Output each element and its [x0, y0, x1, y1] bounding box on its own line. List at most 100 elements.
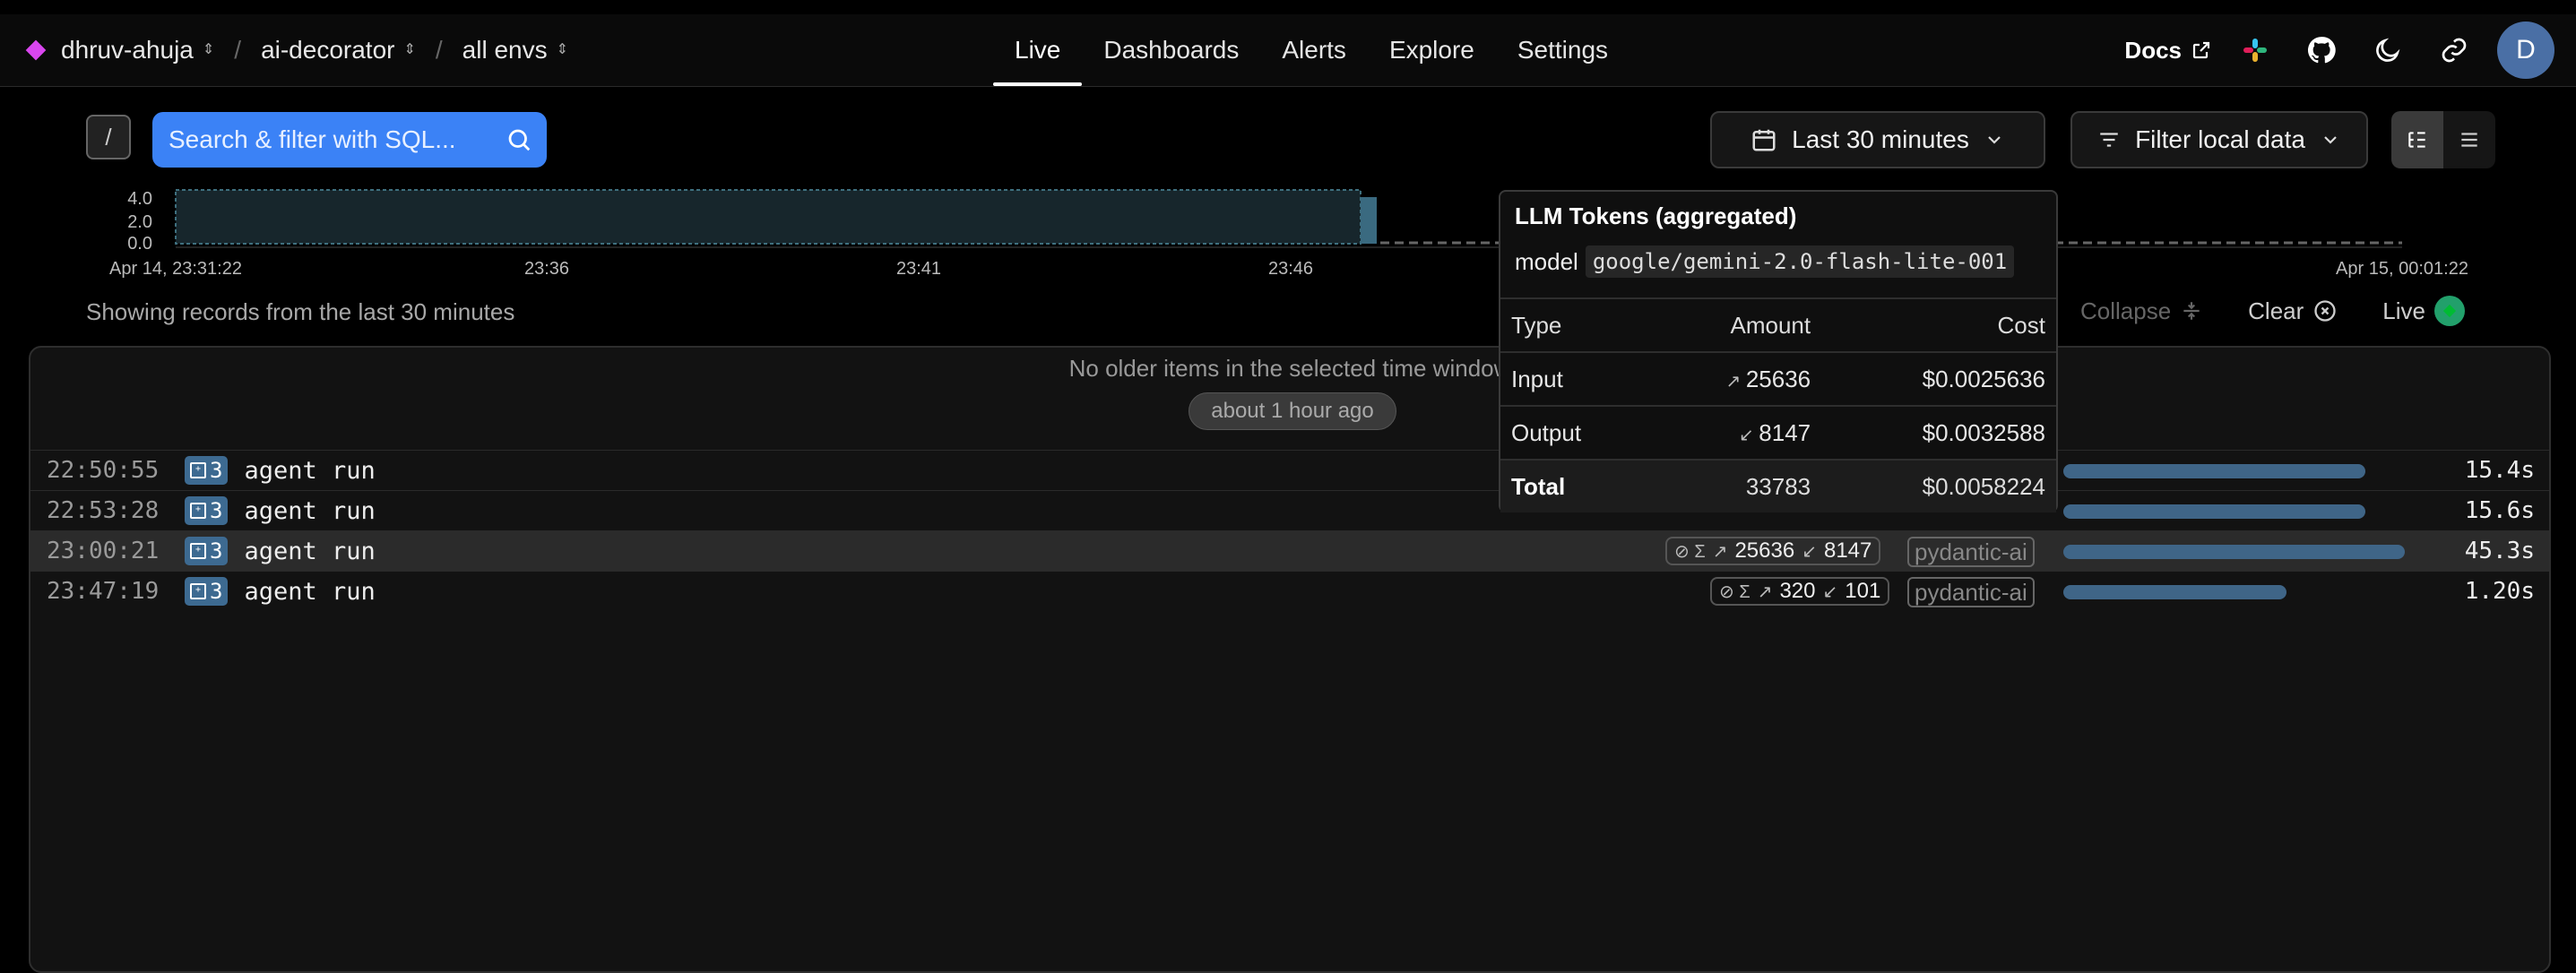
search-box[interactable]	[152, 112, 547, 168]
arrow-down-left-icon: ↙	[1802, 541, 1817, 562]
service-tag[interactable]: pydantic-ai	[1907, 577, 2035, 607]
total-cost: $0.0058224	[1821, 459, 2056, 512]
record-histogram[interactable]: 4.0 2.0 0.0 Apr 14, 23:31:22 23:36 23:41…	[0, 179, 2576, 278]
row-time: 22:53:28	[47, 497, 160, 524]
expand-icon: +	[190, 583, 206, 599]
collapse-icon	[2183, 302, 2200, 320]
env-selector[interactable]: all envs ⇕	[462, 36, 568, 65]
list-view-button[interactable]	[2443, 111, 2495, 168]
child-count-badge[interactable]: +3	[185, 496, 229, 525]
tab-live[interactable]: Live	[993, 14, 1083, 86]
table-row[interactable]: 23:47:19 +3 agent run ⊘ Σ ↗ 320 ↙ 101 pyda…	[30, 571, 2549, 611]
collapse-button[interactable]: Collapse	[2080, 297, 2203, 325]
col-type: Type	[1500, 297, 1649, 352]
breadcrumb-separator: /	[234, 36, 242, 64]
child-count-badge[interactable]: +3	[185, 537, 229, 565]
project-selector[interactable]: ai-decorator ⇕	[261, 36, 416, 65]
live-toggle[interactable]: Live	[2382, 296, 2465, 326]
live-actions: Collapse Clear Live	[2080, 296, 2465, 326]
table-row[interactable]: 23:00:21 +3 agent run ⊘ Σ ↗ 25636 ↙ 8147 p…	[30, 530, 2549, 571]
arrow-down-left-icon: ↙	[1738, 425, 1759, 445]
chevron-down-icon	[1988, 136, 2001, 144]
table-row[interactable]: 22:53:28 +3 agent run 15.6s	[30, 490, 2549, 530]
tokens-icon: ⊘ Σ	[1719, 581, 1750, 602]
child-count: 3	[210, 458, 223, 483]
dark-mode-icon[interactable]	[2364, 27, 2411, 73]
selected-range-area[interactable]	[175, 189, 1361, 245]
row-duration: 1.20s	[2464, 578, 2535, 605]
duration-bar	[2063, 545, 2405, 559]
org-selector[interactable]: dhruv-ahuja ⇕	[61, 36, 214, 65]
tab-dashboards[interactable]: Dashboards	[1082, 14, 1260, 86]
arrow-up-right-icon: ↗	[1725, 371, 1746, 392]
tree-view-button[interactable]	[2391, 111, 2443, 168]
time-range-button[interactable]: Last 30 minutes	[1710, 111, 2045, 168]
clear-button[interactable]: Clear	[2248, 297, 2338, 325]
avatar[interactable]: D	[2497, 22, 2554, 79]
search-input[interactable]	[167, 125, 506, 155]
slack-icon[interactable]	[2232, 27, 2278, 73]
child-count-badge[interactable]: +3	[185, 577, 229, 606]
arrow-up-right-icon: ↗	[1757, 581, 1773, 602]
arrow-up-right-icon: ↗	[1712, 541, 1728, 562]
tree-view-icon	[2408, 132, 2425, 148]
top-bar: dhruv-ahuja ⇕ / ai-decorator ⇕ / all env…	[0, 14, 2576, 87]
child-count-badge[interactable]: +3	[185, 456, 229, 485]
duration-bar	[2063, 585, 2286, 599]
collapse-label: Collapse	[2079, 297, 2172, 324]
project-name: ai-decorator	[261, 36, 395, 64]
tooltip-model: model google/gemini-2.0-flash-lite-001	[1515, 245, 2015, 278]
table-row[interactable]: 22:50:55 +3 agent run 15.4s	[30, 450, 2549, 490]
x-tick: 23:36	[524, 259, 569, 278]
org-name: dhruv-ahuja	[61, 36, 194, 64]
records-panel: No older items in the selected time wind…	[29, 346, 2551, 973]
x-tick: 23:46	[1268, 259, 1313, 278]
token-usage-badge[interactable]: ⊘ Σ ↗ 25636 ↙ 8147	[1665, 537, 1881, 565]
slash-shortcut-key[interactable]: /	[86, 115, 131, 159]
row-name: agent run	[244, 577, 376, 606]
duration-bar	[2063, 504, 2365, 519]
time-ago-badge[interactable]: about 1 hour ago	[1189, 392, 1396, 430]
external-link-icon	[2192, 41, 2210, 59]
calendar-icon	[1752, 129, 1776, 151]
row-time: 23:00:21	[47, 538, 160, 564]
row-duration: 15.6s	[2464, 497, 2535, 524]
row-time: 23:47:19	[47, 578, 160, 605]
child-count: 3	[210, 498, 223, 523]
token-usage-badge[interactable]: ⊘ Σ ↗ 320 ↙ 101	[1710, 577, 1890, 606]
row-duration: 45.3s	[2464, 538, 2535, 564]
time-range-label: Last 30 minutes	[1792, 125, 1969, 153]
chevron-down-icon	[2324, 136, 2337, 144]
tokens-icon: ⊘ Σ	[1674, 541, 1706, 562]
breadcrumb: dhruv-ahuja ⇕ / ai-decorator ⇕ / all env…	[25, 14, 568, 86]
env-name: all envs	[462, 36, 548, 64]
records-list: 22:50:55 +3 agent run 15.4s 22:53:28 +3 …	[30, 450, 2549, 611]
service-tag[interactable]: pydantic-ai	[1907, 537, 2035, 567]
token-amount: ↙ 8147	[1648, 405, 1822, 460]
search-icon[interactable]	[506, 126, 532, 153]
chevron-updown-icon: ⇕	[403, 42, 416, 57]
arrow-down-left-icon: ↙	[1822, 581, 1838, 602]
row-name: agent run	[244, 456, 376, 485]
filter-local-button[interactable]: Filter local data	[2070, 111, 2368, 168]
tokens-input: 25636	[1734, 538, 1795, 563]
row-name: agent run	[244, 537, 376, 565]
tab-explore[interactable]: Explore	[1368, 14, 1496, 86]
child-count: 3	[210, 579, 223, 604]
live-label: Live	[2382, 297, 2425, 324]
filter-icon	[2100, 133, 2118, 147]
row-time: 22:50:55	[47, 457, 160, 484]
docs-link[interactable]: Docs	[2124, 37, 2212, 65]
x-tick: Apr 15, 00:01:22	[2336, 259, 2468, 278]
histogram-bar[interactable]	[1361, 197, 1377, 244]
logo-icon	[25, 39, 47, 61]
no-older-items-text: No older items in the selected time wind…	[1068, 355, 1511, 382]
docs-label: Docs	[2124, 36, 2182, 64]
link-icon[interactable]	[2431, 27, 2477, 73]
total-label: Total	[1500, 459, 1649, 512]
github-icon[interactable]	[2298, 27, 2345, 73]
filter-local-label: Filter local data	[2135, 125, 2305, 153]
tab-alerts[interactable]: Alerts	[1260, 14, 1368, 86]
token-cost: $0.0032588	[1821, 405, 2056, 460]
tab-settings[interactable]: Settings	[1496, 14, 1629, 86]
